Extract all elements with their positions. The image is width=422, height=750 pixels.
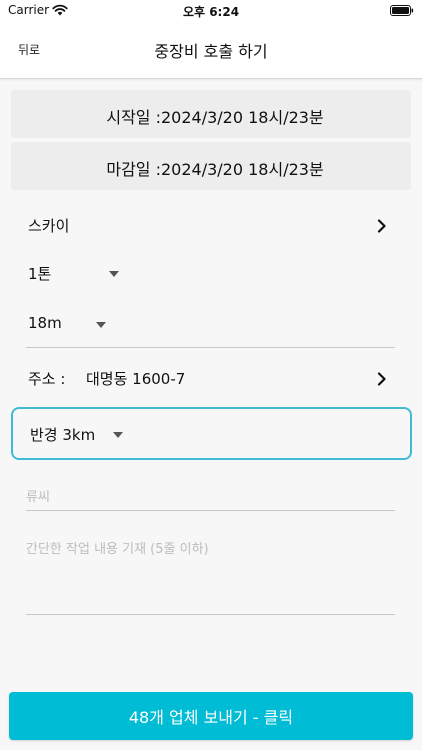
- radius-dropdown[interactable]: 반경 3km: [11, 407, 412, 460]
- status-time: 오후 6:24: [182, 5, 240, 19]
- address-value: 대명동 1600-7: [86, 370, 186, 388]
- page-title: 중장비 호출 하기: [154, 42, 268, 61]
- end-date-label: 마감일 :: [106, 160, 161, 179]
- equipment-type-row[interactable]: 스카이: [0, 205, 422, 245]
- address-label: 주소 :: [28, 370, 66, 388]
- status-bar: Carrier 오후 6:24: [0, 0, 422, 24]
- start-date-picker[interactable]: 시작일 : 2024/3/20 18시/23분: [11, 90, 411, 138]
- send-to-companies-button[interactable]: 48개 업체 보내기 - 클릭: [9, 692, 413, 740]
- chevron-right-icon: [377, 219, 386, 233]
- name-input[interactable]: [26, 484, 395, 511]
- address-row[interactable]: 주소 : 대명동 1600-7: [0, 358, 422, 398]
- radius-value: 반경 3km: [30, 426, 96, 444]
- caret-down-icon: [113, 432, 123, 438]
- equipment-type-value: 스카이: [28, 217, 70, 235]
- battery-icon: [390, 5, 414, 16]
- end-date-picker[interactable]: 마감일 : 2024/3/20 18시/23분: [11, 142, 411, 190]
- caret-down-icon: [96, 322, 106, 328]
- caret-down-icon: [109, 271, 119, 277]
- chevron-right-icon: [377, 372, 386, 386]
- height-value: 18m: [28, 314, 62, 332]
- end-date-value: 2024/3/20 18시/23분: [161, 160, 324, 179]
- start-date-value: 2024/3/20 18시/23분: [161, 108, 324, 127]
- weight-dropdown[interactable]: 1톤: [20, 255, 130, 291]
- start-date-label: 시작일 :: [106, 108, 161, 127]
- weight-value: 1톤: [28, 265, 52, 283]
- divider: [26, 347, 395, 348]
- work-description-input[interactable]: [26, 538, 395, 615]
- navigation-bar: 뒤로 중장비 호출 하기: [0, 24, 422, 79]
- height-dropdown[interactable]: 18m: [20, 305, 120, 341]
